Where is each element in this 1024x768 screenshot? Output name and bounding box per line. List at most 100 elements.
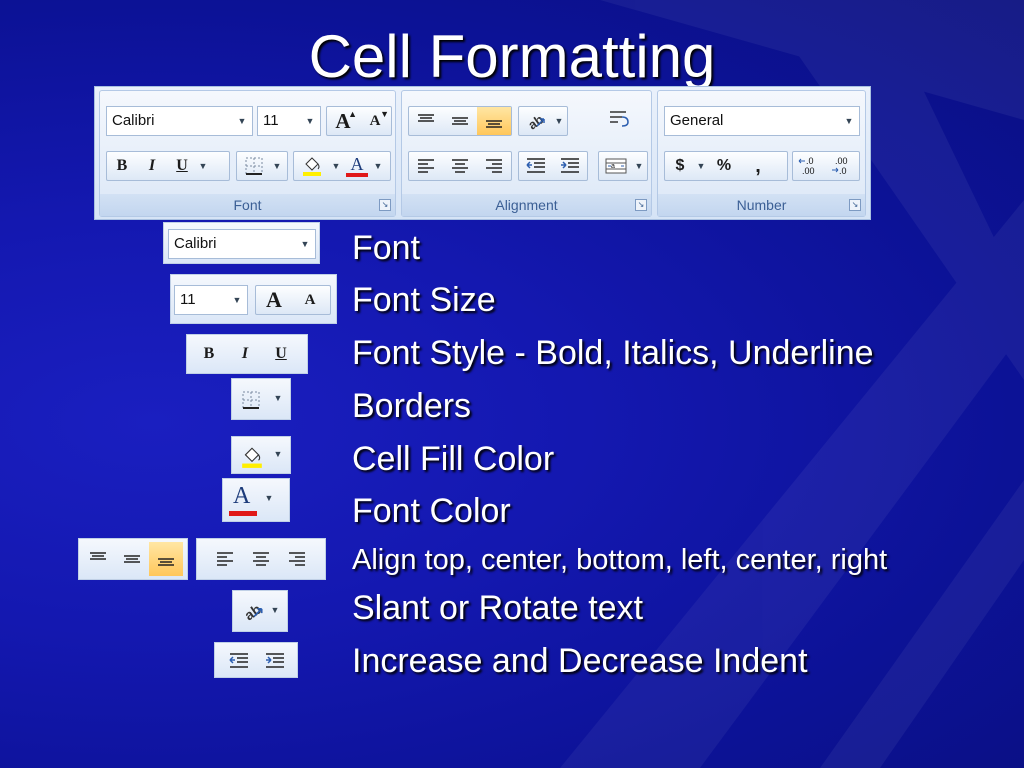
align-center-button[interactable] [443, 152, 477, 180]
chevron-down-icon: ▼ [273, 393, 283, 403]
align-top-icon [88, 551, 108, 567]
indent-crop [214, 642, 298, 678]
align-center-button[interactable] [243, 542, 279, 576]
alignment-group: ab ▼ a ▼ Alignment ↘ [401, 90, 652, 217]
horizontal-align-buttons-crop [207, 542, 315, 576]
align-left-button[interactable] [409, 152, 443, 180]
currency-button[interactable]: $ [665, 152, 695, 180]
shrink-font-button[interactable]: A [292, 286, 328, 314]
italic-button[interactable]: I [227, 340, 263, 368]
number-format-combo[interactable]: General ▼ [664, 106, 860, 136]
item-cell-fill-color: Cell Fill Color [352, 440, 555, 478]
shrink-font-button[interactable]: A ▼ [359, 107, 391, 135]
item-font-color: Font Color [352, 492, 511, 530]
font-size-combo-crop[interactable]: 11 ▼ [174, 285, 248, 315]
chevron-down-icon: ▼ [844, 116, 854, 126]
wrap-text-button[interactable] [602, 106, 636, 134]
align-middle-button[interactable] [115, 542, 149, 576]
decimal-buttons: .0.00 .00.0 [792, 151, 860, 181]
font-color-glyph: A [350, 154, 364, 174]
align-middle-button[interactable] [443, 107, 477, 135]
align-top-button[interactable] [409, 107, 443, 135]
font-color-button[interactable]: A [342, 152, 372, 180]
increase-indent-button[interactable] [257, 645, 293, 677]
svg-text:a: a [611, 163, 615, 170]
chevron-down-icon: ▼ [237, 116, 247, 126]
italic-button[interactable]: I [137, 152, 167, 180]
font-size-combo[interactable]: 11 ▼ [257, 106, 321, 136]
font-name-combo[interactable]: Calibri ▼ [106, 106, 253, 136]
decrease-indent-button[interactable] [221, 645, 257, 677]
alignment-group-label: Alignment [402, 194, 651, 216]
item-font-size: Font Size [352, 281, 496, 319]
chevron-down-icon[interactable]: ▼ [330, 161, 342, 171]
align-bottom-button[interactable] [477, 107, 511, 135]
font-color-swatch [346, 173, 368, 177]
number-style-buttons: $ ▼ % , [664, 151, 788, 181]
align-center-icon [251, 550, 271, 568]
merge-center-button[interactable]: a ▼ [598, 151, 648, 181]
decrease-indent-button[interactable] [519, 152, 553, 180]
horizontal-align-crop [196, 538, 326, 580]
fill-color-crop[interactable]: ▼ [231, 436, 291, 474]
chevron-down-icon: ▼ [634, 161, 644, 171]
item-indent: Increase and Decrease Indent [352, 642, 808, 680]
font-size-value: 11 [180, 291, 196, 308]
chevron-down-icon: ▼ [554, 116, 564, 126]
bold-button[interactable]: B [191, 340, 227, 368]
bold-button[interactable]: B [107, 152, 137, 180]
percent-button[interactable]: % [707, 152, 741, 180]
grow-font-icon: A [266, 287, 282, 312]
chevron-down-icon[interactable]: ▼ [695, 161, 707, 171]
font-color-glyph: A [233, 483, 251, 509]
number-group-label: Number [658, 194, 865, 216]
font-dialog-launcher-icon[interactable]: ↘ [379, 199, 391, 211]
increase-indent-icon [559, 157, 581, 175]
grow-font-button[interactable]: A [256, 286, 292, 314]
align-top-icon [416, 113, 436, 129]
number-format-value: General [670, 112, 724, 129]
increase-decimal-button[interactable]: .0.00 [793, 152, 826, 180]
increase-indent-button[interactable] [553, 152, 587, 180]
vertical-align-crop [78, 538, 188, 580]
underline-button[interactable]: U [167, 152, 197, 180]
number-dialog-launcher-icon[interactable]: ↘ [849, 199, 861, 211]
chevron-down-icon[interactable]: ▼ [197, 161, 209, 171]
item-rotate-text: Slant or Rotate text [352, 589, 644, 627]
slide-title: Cell Formatting [308, 23, 716, 90]
caret-down-icon: ▼ [380, 109, 389, 119]
decrease-indent-icon [228, 652, 250, 670]
font-style-buttons: B I U ▼ [106, 151, 230, 181]
borders-button[interactable]: ▼ [236, 151, 288, 181]
font-grow-shrink: A ▲ A ▼ [326, 106, 392, 136]
font-style-buttons-crop: B I U [191, 340, 299, 368]
fill-color-button[interactable] [294, 152, 330, 180]
grow-font-button[interactable]: A ▲ [327, 107, 359, 135]
decrease-decimal-button[interactable]: .00.0 [826, 152, 859, 180]
horizontal-align-buttons [408, 151, 512, 181]
comma-style-button[interactable]: , [741, 152, 775, 180]
shrink-font-icon: A [369, 112, 381, 129]
orientation-crop[interactable]: ab ▼ [232, 590, 288, 632]
ribbon: Calibri ▼ 11 ▼ A ▲ A ▼ B I U ▼ ▼ ▼ A ▼ F… [94, 86, 871, 220]
indent-buttons-crop [221, 645, 293, 677]
item-font: Font [352, 229, 421, 267]
font-name-combo-crop[interactable]: Calibri ▼ [168, 229, 316, 259]
decrease-decimal-icon: .00.0 [830, 155, 856, 177]
underline-button[interactable]: U [263, 340, 299, 368]
font-style-crop: B I U [186, 334, 308, 374]
align-top-button[interactable] [81, 542, 115, 576]
align-left-button[interactable] [207, 542, 243, 576]
orientation-button[interactable]: ab ▼ [518, 106, 568, 136]
font-color-crop[interactable]: A ▼ [222, 478, 290, 522]
chevron-down-icon[interactable]: ▼ [372, 161, 384, 171]
align-middle-icon [450, 113, 470, 129]
align-right-button[interactable] [279, 542, 315, 576]
alignment-dialog-launcher-icon[interactable]: ↘ [635, 199, 647, 211]
align-bottom-button[interactable] [149, 542, 183, 576]
decrease-indent-icon [525, 157, 547, 175]
align-center-icon [450, 157, 470, 175]
align-right-button[interactable] [477, 152, 511, 180]
borders-crop[interactable]: ▼ [231, 378, 291, 420]
shrink-font-icon: A [304, 291, 316, 308]
